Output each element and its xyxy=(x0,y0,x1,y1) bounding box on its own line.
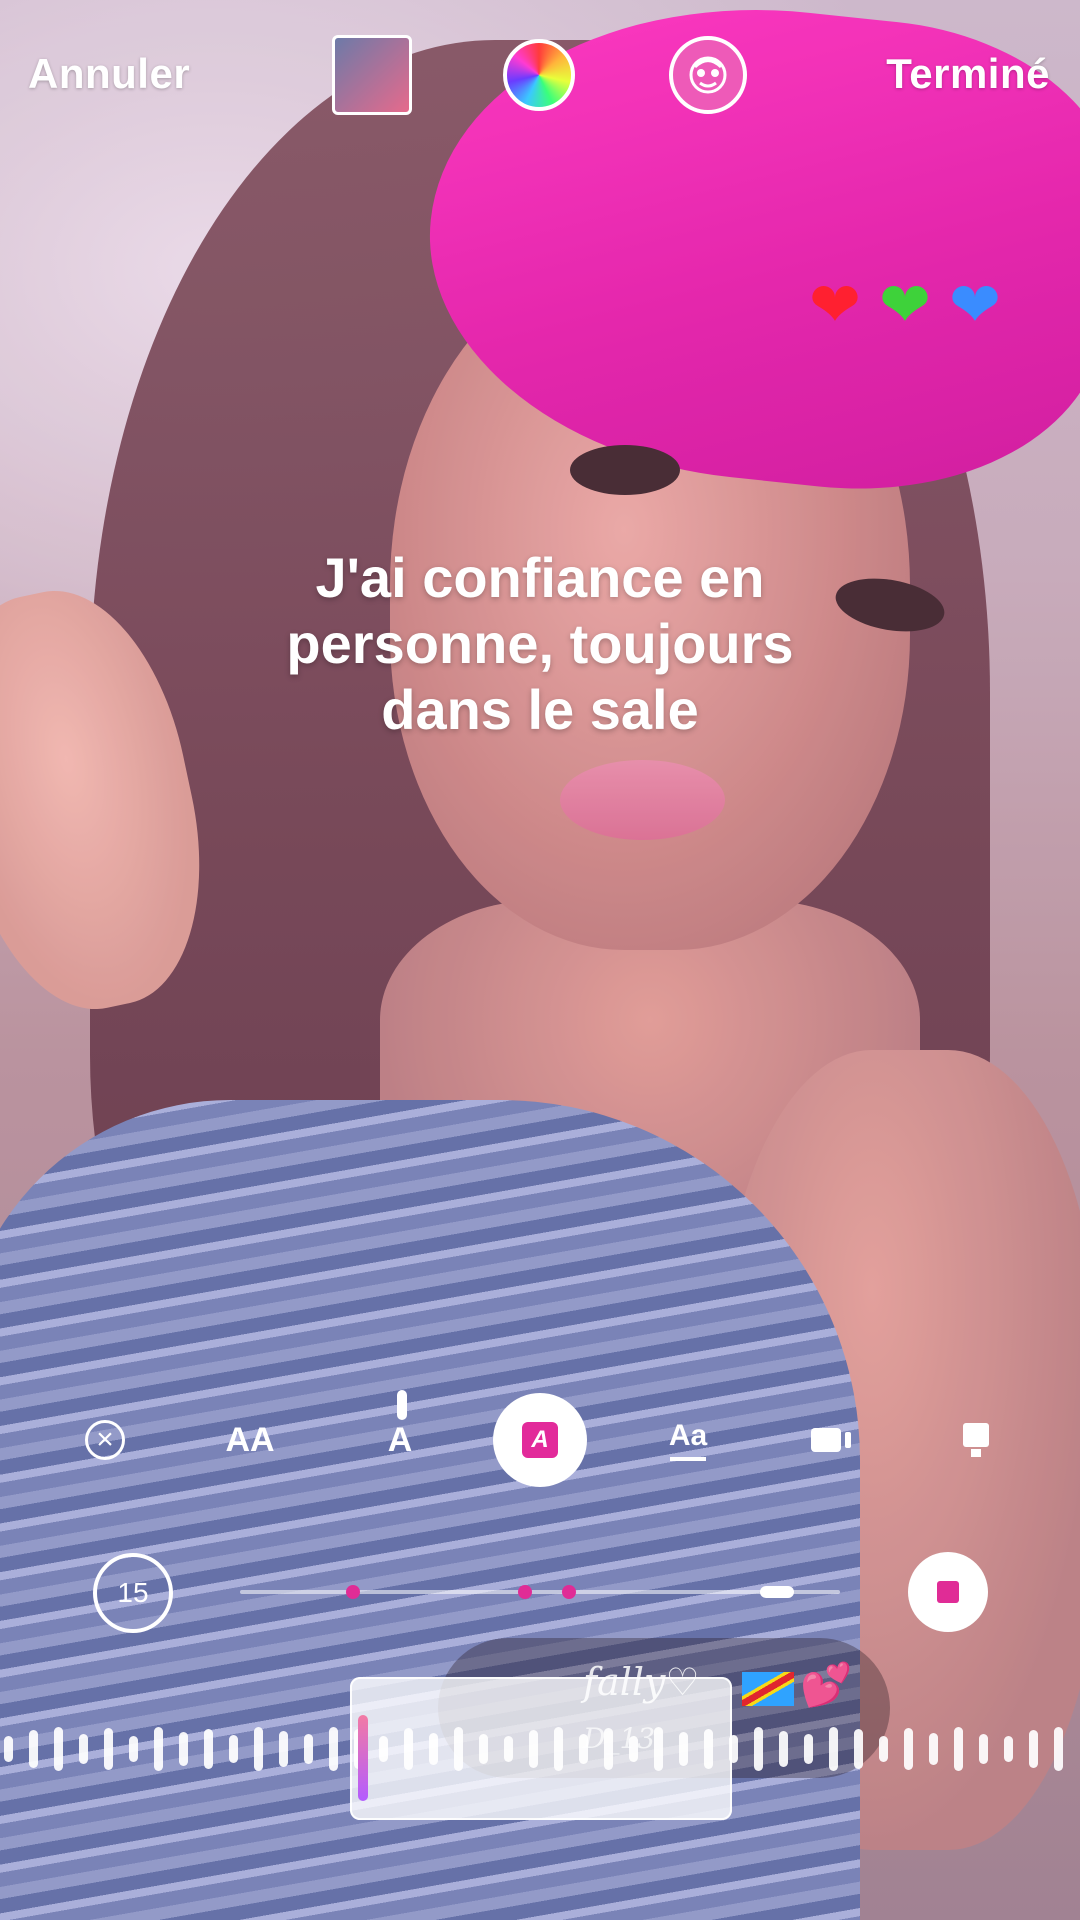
text-cursor-style-button[interactable]: A xyxy=(370,1390,430,1490)
stop-button[interactable] xyxy=(908,1552,988,1632)
waveform-bar xyxy=(779,1731,788,1767)
face-mask-icon xyxy=(689,56,727,94)
waveform-bar xyxy=(854,1729,863,1769)
active-style-disc: A xyxy=(493,1393,587,1487)
cursor-bar-icon xyxy=(397,1390,407,1420)
waveform-bar xyxy=(129,1736,138,1762)
red-heart-icon: ❤ xyxy=(809,268,861,341)
video-camera-icon xyxy=(811,1428,851,1452)
waveform-bar xyxy=(329,1727,338,1771)
waveform-bar xyxy=(279,1731,288,1767)
waveform-bar xyxy=(879,1736,888,1762)
waveform-bar xyxy=(4,1736,13,1762)
waveform-bar xyxy=(929,1733,938,1765)
waveform-bar xyxy=(204,1729,213,1769)
top-bar: Annuler Terminé xyxy=(0,0,1080,150)
done-button[interactable]: Terminé xyxy=(886,50,1050,98)
close-icon: × xyxy=(85,1420,125,1460)
waveform-bar xyxy=(229,1735,238,1763)
caption-line-3: dans le sale xyxy=(381,678,699,741)
hearts-sticker[interactable]: ❤ ❤ ❤ xyxy=(798,268,1008,341)
clip-handle[interactable] xyxy=(358,1715,368,1801)
flag-icon xyxy=(742,1672,794,1706)
username-sub-text: D_13 xyxy=(583,1722,656,1755)
caption-line-2: personne, toujours xyxy=(286,612,794,675)
waveform-bar xyxy=(1004,1736,1013,1762)
waveform-bar xyxy=(804,1734,813,1764)
green-heart-icon: ❤ xyxy=(879,268,931,341)
stop-icon xyxy=(937,1581,959,1603)
progress-marker xyxy=(346,1585,360,1599)
underline-bar xyxy=(670,1457,706,1461)
text-style-toolbar: × AA A A Aa xyxy=(0,1390,1080,1490)
underline-style-button[interactable]: Aa xyxy=(660,1390,716,1490)
progress-marker xyxy=(518,1585,532,1599)
waveform-bar xyxy=(29,1730,38,1768)
waveform-bar xyxy=(304,1734,313,1764)
text-background-button[interactable] xyxy=(960,1390,992,1490)
underline-label: Aa xyxy=(668,1419,708,1452)
progress-handle[interactable] xyxy=(760,1586,794,1598)
waveform-bar xyxy=(979,1734,988,1764)
waveform-bar xyxy=(904,1728,913,1770)
video-camera-button[interactable] xyxy=(808,1390,856,1490)
waveform-bar xyxy=(179,1732,188,1766)
waveform-bar xyxy=(1054,1727,1063,1771)
progress-marker xyxy=(562,1585,576,1599)
waveform-bar xyxy=(829,1727,838,1771)
caption-line-1: J'ai confiance en xyxy=(315,546,765,609)
username-text: fally♡ xyxy=(583,1660,700,1704)
remove-style-button[interactable]: × xyxy=(80,1390,130,1490)
timer-button[interactable]: 15 xyxy=(93,1553,173,1633)
text-cursor-label: A xyxy=(387,1420,413,1459)
waveform-bar xyxy=(254,1727,263,1771)
photo-thumbnail-icon[interactable] xyxy=(332,35,412,115)
face-effect-icon[interactable] xyxy=(669,36,747,114)
highlight-a-icon: A xyxy=(522,1422,558,1458)
text-background-icon xyxy=(963,1423,989,1457)
pink-hearts-icon: 💕 xyxy=(800,1660,853,1709)
waveform-bar xyxy=(154,1727,163,1771)
waveform-bar xyxy=(104,1728,113,1770)
blue-heart-icon: ❤ xyxy=(949,268,1001,341)
progress-track[interactable] xyxy=(240,1585,840,1599)
waveform-bar xyxy=(54,1727,63,1771)
caption-text[interactable]: J'ai confiance en personne, toujours dan… xyxy=(140,545,940,743)
waveform-bar xyxy=(754,1727,763,1771)
color-wheel-icon[interactable] xyxy=(503,39,575,111)
highlight-style-button[interactable]: A xyxy=(493,1390,587,1490)
waveform-bar xyxy=(954,1727,963,1771)
waveform-bar xyxy=(79,1734,88,1764)
cancel-button[interactable]: Annuler xyxy=(28,50,190,98)
font-style-button[interactable]: AA xyxy=(220,1390,280,1490)
waveform-bar xyxy=(1029,1730,1038,1768)
